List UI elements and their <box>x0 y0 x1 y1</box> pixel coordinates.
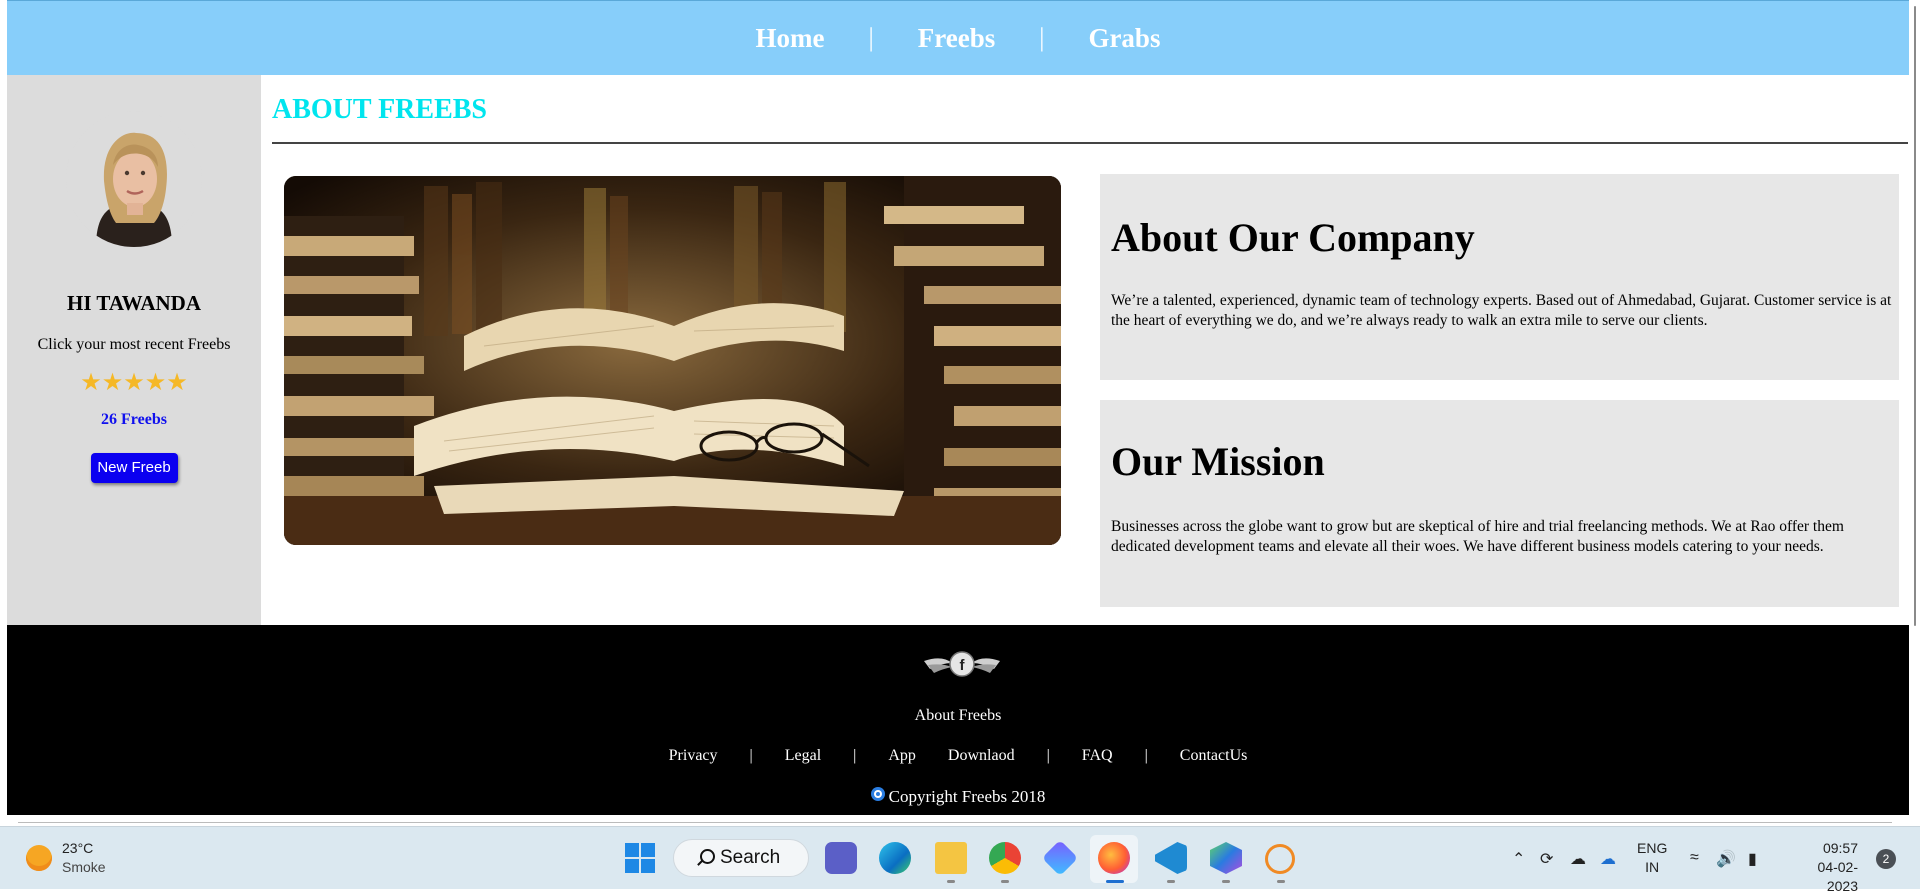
card-body: Businesses across the globe want to grow… <box>1111 518 1844 555</box>
card-heading: About Our Company <box>1111 215 1475 260</box>
footer-link-download[interactable]: Downlaod <box>934 747 1029 765</box>
nav-home[interactable]: Home <box>712 23 869 54</box>
sync-icon[interactable]: ⟳ <box>1540 849 1553 869</box>
card-heading: Our Mission <box>1111 439 1325 484</box>
running-indicator <box>1222 880 1230 883</box>
weather-widget[interactable]: 23°C Smoke <box>26 839 106 877</box>
weather-sun-icon <box>26 845 52 871</box>
top-nav: Home | Freebs | Grabs <box>7 0 1909 75</box>
footer-link-contact[interactable]: ContactUs <box>1166 747 1262 765</box>
clock-date: 04-02-2023 <box>1817 859 1858 894</box>
rating-stars: ★★★★★ <box>80 370 188 396</box>
recent-freebs-link[interactable]: Click your most recent Freebs <box>7 336 261 354</box>
footer-about-link[interactable]: About Freebs <box>7 707 1909 725</box>
footer-link-faq[interactable]: FAQ <box>1068 747 1127 765</box>
clock-time: 09:57 <box>1822 840 1858 856</box>
search-label: Search <box>720 847 781 868</box>
weather-condition: Smoke <box>62 859 106 875</box>
card-body: We’re a talented, experienced, dynamic t… <box>1111 292 1892 329</box>
footer-separator: | <box>853 747 857 764</box>
copyright: Copyright Freebs 2018 <box>7 787 1909 807</box>
copyright-icon <box>870 787 885 801</box>
notification-badge[interactable]: 2 <box>1876 849 1896 869</box>
system-clock[interactable]: 09:57 04-02-2023 <box>1788 839 1858 896</box>
greeting: HI TAWANDA <box>67 291 201 315</box>
running-indicator <box>1277 880 1285 883</box>
footer-links: Privacy | Legal | App Downlaod | FAQ | C… <box>7 747 1909 765</box>
nav-freebs[interactable]: Freebs <box>874 23 1039 54</box>
running-indicator <box>947 880 955 883</box>
footer: f About Freebs Privacy | Legal | App Dow… <box>7 625 1909 815</box>
file-explorer-icon[interactable] <box>935 842 967 874</box>
firefox-icon[interactable] <box>1098 842 1130 874</box>
new-freeb-button[interactable]: New Freeb <box>90 453 178 483</box>
running-indicator <box>1106 880 1124 883</box>
profile-sidebar: HI TAWANDA Click your most recent Freebs… <box>7 75 261 625</box>
copilot-icon[interactable] <box>1041 839 1079 877</box>
copyright-text: Copyright Freebs 2018 <box>888 787 1046 806</box>
language-indicator[interactable]: ENG IN <box>1637 839 1667 877</box>
running-indicator <box>1167 880 1175 883</box>
vscode-icon[interactable] <box>1155 842 1187 874</box>
weather-temp: 23°C <box>62 840 94 856</box>
page-bottom-divider <box>18 822 1892 823</box>
wifi-icon[interactable]: ≈ <box>1690 849 1699 867</box>
chrome-icon[interactable] <box>989 842 1021 874</box>
footer-separator: | <box>1046 747 1050 764</box>
freebs-count: 26 Freebs <box>101 411 167 428</box>
footer-separator: | <box>749 747 753 764</box>
lang-primary: ENG <box>1637 840 1668 856</box>
mission-card: Our Mission Businesses across the globe … <box>1100 400 1899 607</box>
teams-icon[interactable] <box>825 842 857 874</box>
search-icon <box>700 849 715 864</box>
dev-tool-icon[interactable] <box>1210 842 1242 874</box>
about-company-card: About Our Company We’re a talented, expe… <box>1100 174 1899 380</box>
nav-grabs[interactable]: Grabs <box>1044 23 1204 54</box>
footer-separator: | <box>1144 747 1148 764</box>
taskbar: 23°C Smoke Search ⌃ ⟳ ☁ ☁ ENG IN ≈ 🔊 ▮ 0… <box>0 826 1920 894</box>
hero-books-image <box>284 176 1061 545</box>
freebs-logo-icon: f <box>922 649 1002 684</box>
avatar <box>66 111 202 247</box>
jupyter-icon[interactable] <box>1265 844 1295 874</box>
footer-link-legal[interactable]: Legal <box>771 747 835 765</box>
footer-link-app[interactable]: App <box>874 747 930 765</box>
windows-start-icon[interactable] <box>625 843 655 873</box>
browser-edge <box>0 0 7 826</box>
scrollbar-thumb[interactable] <box>1914 6 1916 626</box>
volume-icon[interactable]: 🔊 <box>1716 849 1736 869</box>
battery-icon[interactable]: ▮ <box>1748 849 1757 869</box>
lang-secondary: IN <box>1645 859 1660 875</box>
onedrive-icon[interactable]: ☁ <box>1600 849 1616 869</box>
chevron-up-icon[interactable]: ⌃ <box>1512 849 1525 869</box>
taskbar-search[interactable]: Search <box>673 839 809 877</box>
footer-link-privacy[interactable]: Privacy <box>655 747 732 765</box>
title-divider <box>272 142 1908 144</box>
cloud-icon[interactable]: ☁ <box>1570 849 1586 869</box>
edge-icon[interactable] <box>879 842 911 874</box>
page-title: ABOUT FREEBS <box>272 94 487 125</box>
scrollbar[interactable] <box>1908 0 1920 826</box>
running-indicator <box>1001 880 1009 883</box>
